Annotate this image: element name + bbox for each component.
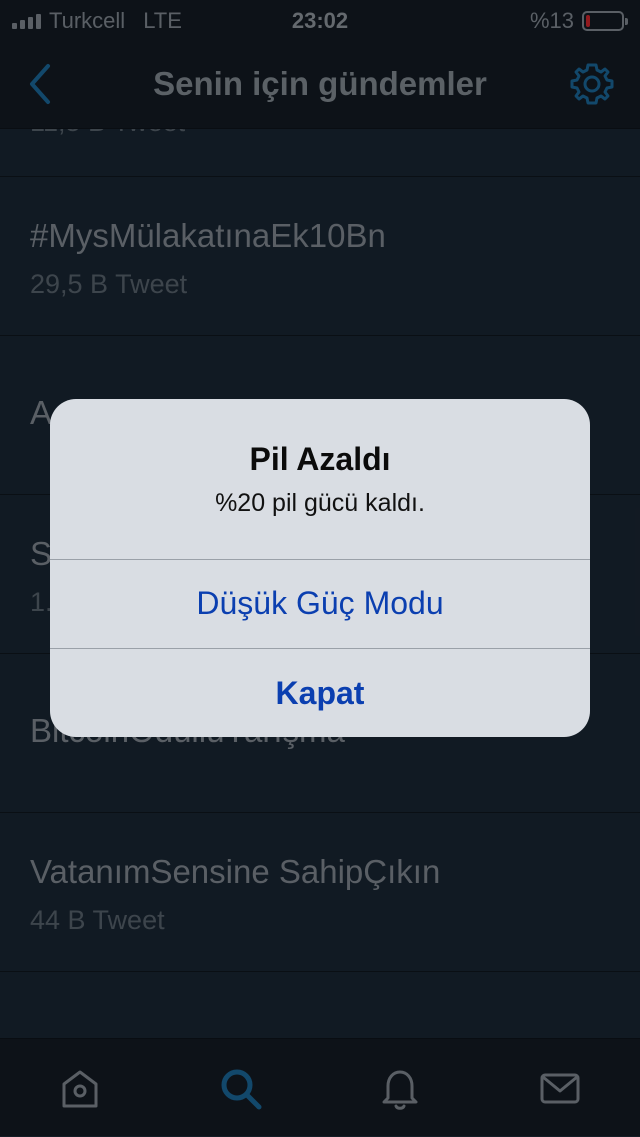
alert-divider bbox=[50, 559, 590, 560]
alert-divider bbox=[50, 648, 590, 649]
low-power-mode-button[interactable]: Düşük Güç Modu bbox=[50, 585, 590, 622]
alert-message: %20 pil gücü kaldı. bbox=[215, 489, 425, 517]
alert-title: Pil Azaldı bbox=[249, 441, 391, 477]
low-battery-alert: Pil Azaldı %20 pil gücü kaldı. Düşük Güç… bbox=[50, 399, 590, 737]
close-button[interactable]: Kapat bbox=[50, 675, 590, 712]
